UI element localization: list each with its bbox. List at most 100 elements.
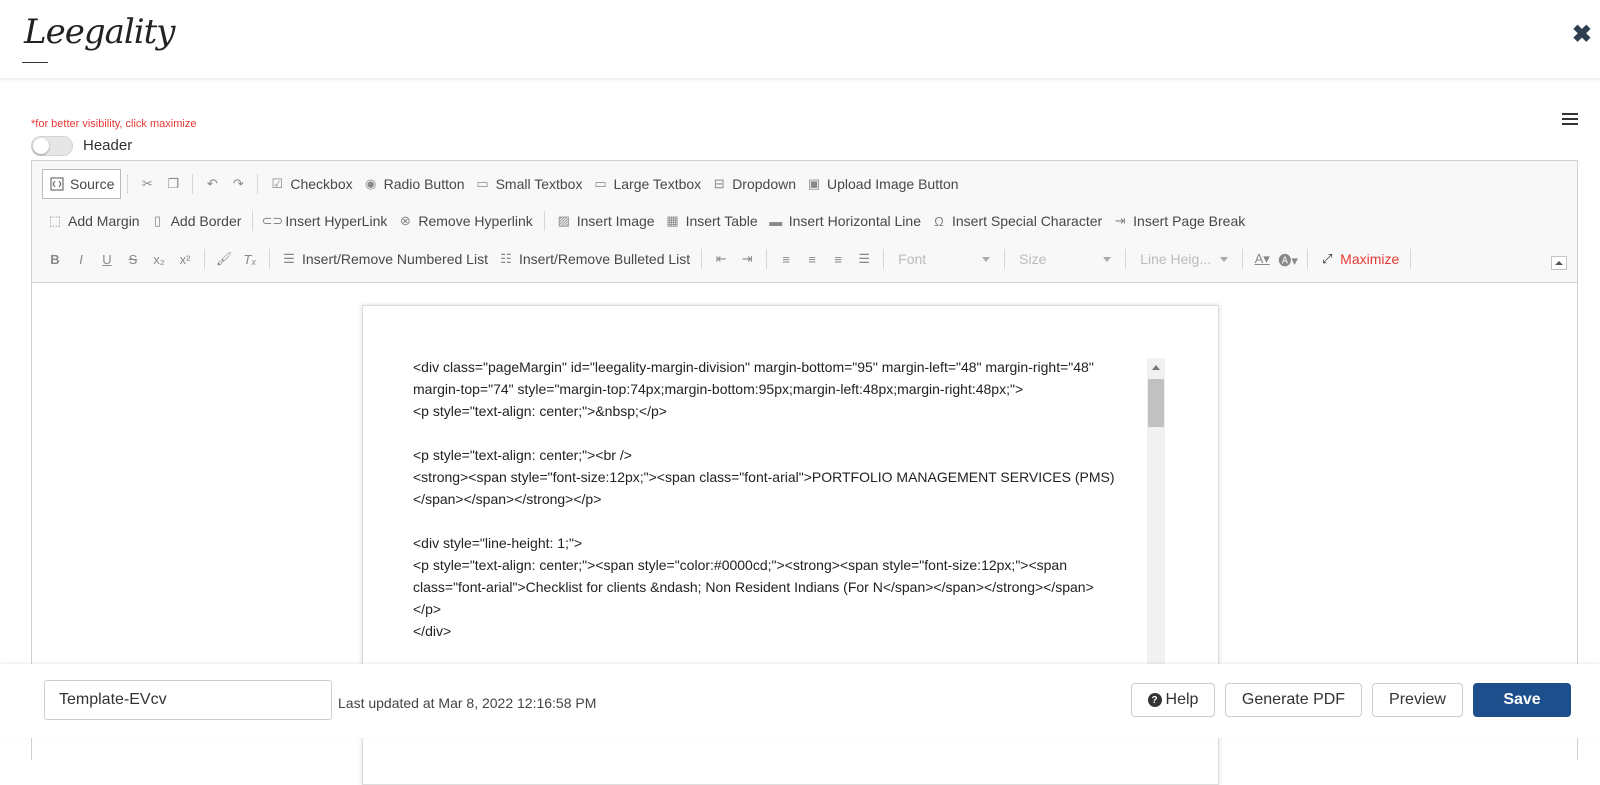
cut-button[interactable]: ✂ [134, 170, 160, 198]
align-right-button[interactable]: ≡ [825, 245, 851, 273]
strikethrough-icon: S [128, 251, 138, 267]
logo-underline [22, 62, 48, 63]
underline-button[interactable]: U [94, 245, 120, 273]
checkbox-icon: ☑ [271, 176, 284, 191]
italic-button[interactable]: I [68, 245, 94, 273]
subscript-button[interactable]: x₂ [146, 245, 172, 273]
toolbar-separator [701, 249, 703, 269]
numbered-list-icon: ☰ [283, 251, 295, 266]
toolbar-row-3: B I U S x₂ x² 🖌 Tₓ ☰ Insert/Remove Numbe… [42, 243, 1417, 275]
insert-hyperlink-button[interactable]: ⊂⊃ Insert HyperLink [259, 207, 392, 235]
increase-indent-button[interactable]: ⇥ [734, 245, 760, 273]
toolbar-separator [1307, 249, 1309, 269]
superscript-button[interactable]: x² [172, 245, 198, 273]
upload-image-icon: ▣ [807, 176, 821, 191]
small-textbox-label: Small Textbox [495, 176, 583, 192]
copy-button[interactable]: ❐ [160, 170, 186, 198]
save-label: Save [1503, 691, 1541, 708]
paintbrush-icon: 🖌 [215, 251, 233, 266]
preview-button[interactable]: Preview [1372, 683, 1463, 717]
editor-toolbar: Source ✂ ❐ ↶ ↷ ☑ Checkbox ◉ Radio Button… [32, 161, 1577, 283]
font-select[interactable]: Font [894, 247, 994, 271]
upload-image-button-label: Upload Image Button [827, 176, 959, 192]
top-bar: Leegality ✖ [0, 0, 1600, 78]
remove-hyperlink-button[interactable]: ⊗ Remove Hyperlink [392, 207, 537, 235]
toolbar-separator [883, 249, 885, 269]
checkbox-button[interactable]: ☑ Checkbox [264, 170, 357, 198]
generate-pdf-button[interactable]: Generate PDF [1225, 683, 1362, 717]
help-button[interactable]: ? Help [1131, 683, 1215, 717]
remove-hyperlink-label: Remove Hyperlink [418, 213, 533, 229]
italic-icon: I [79, 251, 83, 267]
source-button[interactable]: Source [42, 169, 122, 199]
line-height-select-label: Line Heig... [1140, 251, 1211, 267]
header-toggle[interactable] [31, 136, 73, 156]
insert-page-break-button[interactable]: ⇥ Insert Page Break [1107, 207, 1250, 235]
redo-icon: ↷ [232, 176, 244, 191]
numbered-list-button[interactable]: ☰ Insert/Remove Numbered List [276, 245, 493, 273]
hamburger-menu-icon[interactable] [1562, 113, 1578, 127]
large-textbox-button[interactable]: ▭ Large Textbox [587, 170, 706, 198]
text-color-button[interactable]: A▾ [1249, 245, 1275, 273]
large-textbox-icon: ▭ [594, 176, 607, 191]
page-break-icon: ⇥ [1114, 213, 1126, 228]
collapse-toolbar-button[interactable] [1551, 256, 1567, 270]
image-icon: ▨ [557, 213, 570, 228]
add-border-button[interactable]: ▯ Add Border [145, 207, 247, 235]
insert-horizontal-line-button[interactable]: ▬ Insert Horizontal Line [763, 207, 926, 235]
last-updated-text: Last updated at Mar 8, 2022 12:16:58 PM [338, 695, 597, 711]
outdent-icon: ⇤ [715, 251, 727, 266]
justify-button[interactable]: ☰ [851, 245, 877, 273]
small-textbox-button[interactable]: ▭ Small Textbox [470, 170, 588, 198]
source-scrollbar[interactable] [1147, 358, 1165, 698]
radio-button-button[interactable]: ◉ Radio Button [358, 170, 470, 198]
insert-special-character-button[interactable]: Ω Insert Special Character [926, 207, 1107, 235]
template-name-input[interactable] [44, 680, 332, 720]
undo-button[interactable]: ↶ [199, 170, 225, 198]
scroll-thumb[interactable] [1148, 379, 1164, 427]
size-select[interactable]: Size [1015, 247, 1115, 271]
maximize-button[interactable]: ⤢ Maximize [1314, 245, 1404, 273]
align-left-button[interactable]: ≡ [773, 245, 799, 273]
toolbar-row-2: ⬚ Add Margin ▯ Add Border ⊂⊃ Insert Hype… [42, 205, 1250, 237]
decrease-indent-button[interactable]: ⇤ [708, 245, 734, 273]
redo-button[interactable]: ↷ [225, 170, 251, 198]
underline-icon: U [102, 251, 112, 267]
insert-special-character-label: Insert Special Character [951, 213, 1103, 229]
scroll-up-icon[interactable] [1152, 365, 1160, 370]
bold-button[interactable]: B [42, 245, 68, 273]
insert-horizontal-line-label: Insert Horizontal Line [788, 213, 921, 229]
clear-format-icon: Tₓ [243, 251, 257, 267]
dropdown-label: Dropdown [732, 176, 797, 192]
remove-format-button[interactable]: Tₓ [237, 245, 263, 273]
upload-image-button-button[interactable]: ▣ Upload Image Button [801, 170, 964, 198]
bulleted-list-button[interactable]: ☷ Insert/Remove Bulleted List [493, 245, 695, 273]
toolbar-separator [127, 174, 129, 194]
undo-icon: ↶ [206, 176, 218, 191]
chevron-down-icon [1103, 256, 1112, 262]
preview-label: Preview [1389, 691, 1446, 708]
copy-format-button[interactable]: 🖌 [211, 245, 237, 273]
size-select-label: Size [1019, 251, 1047, 267]
border-icon: ▯ [154, 213, 162, 228]
source-icon [49, 176, 65, 192]
line-height-select[interactable]: Line Heig... [1136, 247, 1232, 271]
toolbar-separator [543, 211, 545, 231]
strikethrough-button[interactable]: S [120, 245, 146, 273]
insert-image-button[interactable]: ▨ Insert Image [551, 207, 660, 235]
close-icon[interactable]: ✖ [1572, 20, 1592, 49]
toolbar-separator [204, 249, 205, 269]
save-button[interactable]: Save [1473, 683, 1571, 717]
insert-table-button[interactable]: ▦ Insert Table [660, 207, 763, 235]
background-color-button[interactable]: 🅐▾ [1275, 245, 1301, 273]
dropdown-button[interactable]: ⊟ Dropdown [706, 170, 801, 198]
toolbar-separator [766, 249, 768, 269]
font-select-label: Font [898, 251, 927, 267]
align-left-icon: ≡ [782, 251, 790, 267]
add-margin-label: Add Margin [68, 213, 140, 229]
align-center-button[interactable]: ≡ [799, 245, 825, 273]
add-margin-button[interactable]: ⬚ Add Margin [42, 207, 145, 235]
maximize-label: Maximize [1340, 251, 1400, 267]
chevron-down-icon [982, 256, 991, 262]
bulleted-list-icon: ☷ [500, 251, 512, 266]
